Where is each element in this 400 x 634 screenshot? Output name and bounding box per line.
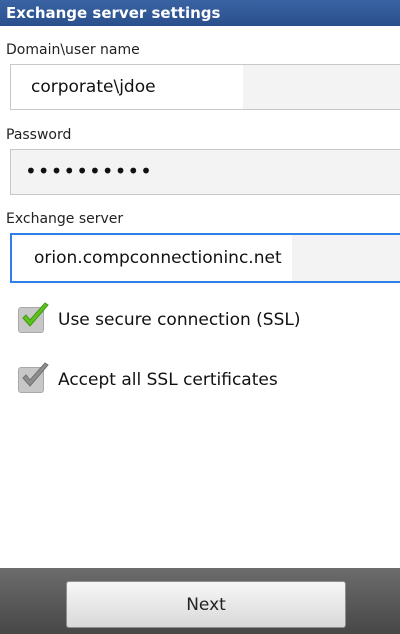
checkmark-icon bbox=[22, 302, 49, 327]
checkmark-icon bbox=[22, 362, 49, 387]
exchange-settings-screen: Exchange server settings Domain\user nam… bbox=[0, 0, 400, 634]
use-ssl-label: Use secure connection (SSL) bbox=[58, 310, 301, 330]
password-label: Password bbox=[6, 127, 72, 143]
password-input[interactable]: •••••••••• bbox=[10, 149, 400, 195]
exchange-server-label: Exchange server bbox=[6, 211, 124, 227]
domain-user-value: corporate\jdoe bbox=[11, 65, 243, 109]
bottom-action-bar: Next bbox=[0, 568, 400, 634]
domain-user-label: Domain\user name bbox=[6, 42, 140, 58]
exchange-server-input[interactable]: orion.compconnectioninc.net bbox=[10, 233, 400, 283]
domain-user-input[interactable]: corporate\jdoe bbox=[10, 64, 400, 110]
exchange-server-value: orion.compconnectioninc.net bbox=[12, 235, 292, 281]
page-title: Exchange server settings bbox=[0, 0, 400, 26]
accept-all-certs-option[interactable]: Accept all SSL certificates bbox=[18, 362, 278, 393]
accept-all-certs-checkbox[interactable] bbox=[18, 362, 49, 393]
use-ssl-checkbox[interactable] bbox=[18, 302, 49, 333]
next-button[interactable]: Next bbox=[66, 581, 346, 628]
accept-all-certs-label: Accept all SSL certificates bbox=[58, 370, 278, 390]
password-value: •••••••••• bbox=[25, 159, 153, 183]
use-ssl-option[interactable]: Use secure connection (SSL) bbox=[18, 302, 301, 333]
